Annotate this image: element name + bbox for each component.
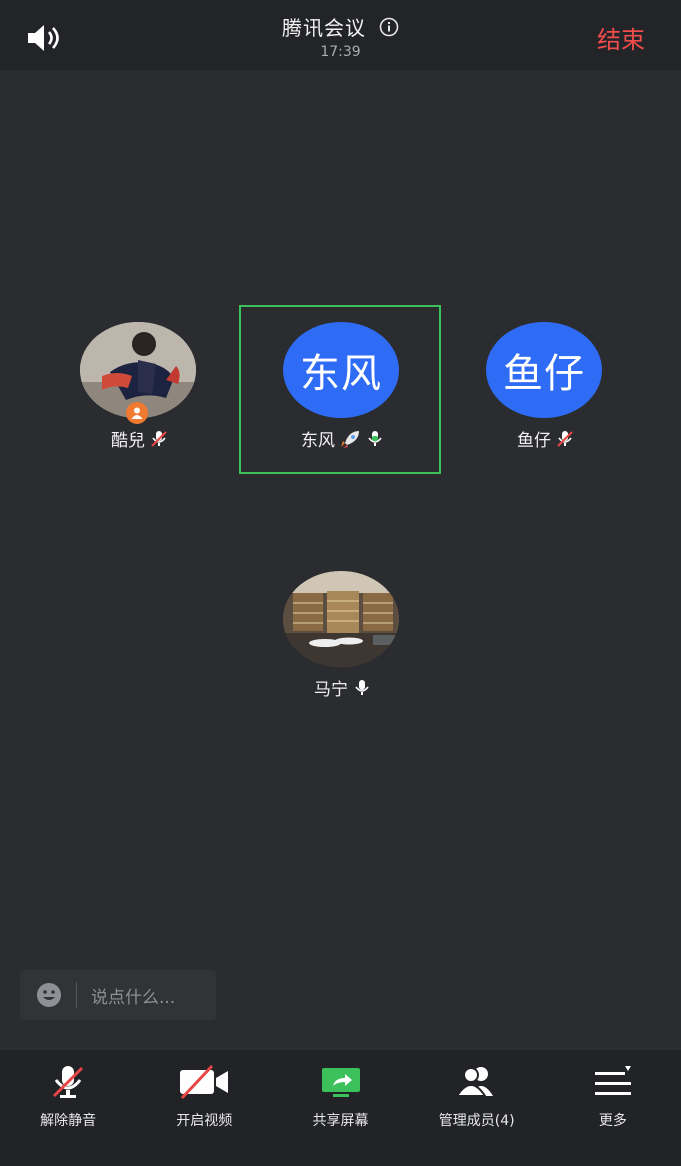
manage-members-label: 管理成员(4) [438, 1113, 515, 1129]
participant-name-row: 马宁 [283, 675, 403, 700]
emoji-icon[interactable] [36, 982, 62, 1008]
host-person-icon [131, 407, 143, 419]
mic-on-icon [368, 430, 382, 446]
participant-name-row: 东风 [283, 426, 403, 451]
members-icon [454, 1067, 493, 1097]
host-badge [126, 402, 148, 424]
unmute-label: 解除静音 [40, 1113, 97, 1129]
start-video-button[interactable]: 开启视频 [136, 1050, 272, 1166]
unmute-button[interactable]: 解除静音 [0, 1050, 136, 1166]
rocket-icon [341, 430, 359, 448]
mic-muted-icon [53, 1066, 84, 1098]
participant-name: 马宁 [314, 680, 348, 700]
info-icon[interactable] [379, 17, 399, 37]
share-screen-label: 共享屏幕 [312, 1113, 369, 1129]
more-button[interactable]: 更多 [545, 1050, 681, 1166]
video-off-icon [180, 1064, 229, 1100]
chat-input[interactable]: 说点什么... [20, 970, 216, 1020]
end-meeting-button[interactable]: 结束 [597, 20, 645, 55]
share-screen-button[interactable]: 共享屏幕 [272, 1050, 408, 1166]
participant-name: 东风 [301, 431, 335, 451]
mic-on-icon [355, 679, 369, 695]
top-bar: 腾讯会议 17:39 结束 [0, 0, 681, 70]
participant-name: 酷兒 [111, 431, 145, 451]
participant-name-row: 鱼仔 [486, 426, 606, 451]
room-photo-icon [283, 571, 399, 667]
avatar: 东风 [283, 322, 399, 418]
chat-placeholder: 说点什么... [91, 987, 176, 1008]
meeting-title-group: 腾讯会议 [0, 12, 681, 41]
avatar [283, 571, 399, 667]
participant-name-row: 酷兒 [80, 426, 200, 451]
bottom-toolbar: 解除静音 开启视频 共享屏幕 管理成员(4) 更多 [0, 1050, 681, 1166]
share-screen-icon [321, 1068, 360, 1097]
participant-name: 鱼仔 [517, 431, 551, 451]
avatar: 鱼仔 [486, 322, 602, 418]
chat-divider [76, 982, 77, 1008]
mic-muted-icon [151, 430, 167, 447]
meeting-title: 腾讯会议 [281, 16, 366, 40]
meeting-time: 17:39 [320, 44, 361, 60]
start-video-label: 开启视频 [176, 1113, 233, 1129]
mic-muted-icon [557, 430, 573, 447]
manage-members-button[interactable]: 管理成员(4) [409, 1050, 545, 1166]
more-menu-icon [594, 1066, 631, 1095]
more-label: 更多 [598, 1113, 627, 1129]
